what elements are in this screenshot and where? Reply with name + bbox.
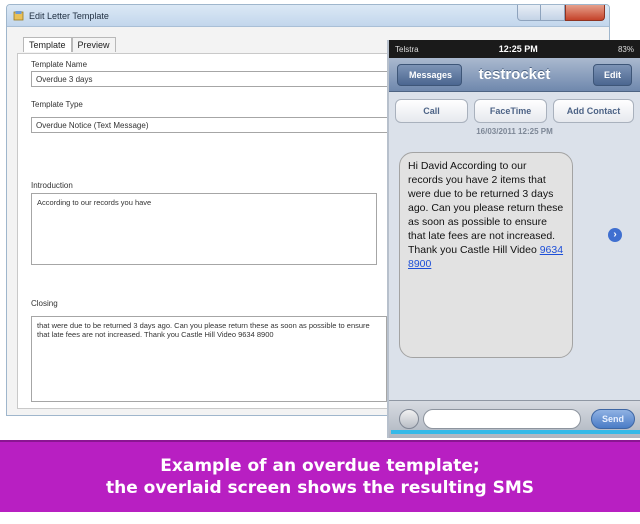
tab-preview[interactable]: Preview [71, 37, 116, 52]
introduction-label: Introduction [31, 181, 73, 190]
status-time: 12:25 PM [498, 44, 538, 54]
closing-label: Closing [31, 299, 58, 308]
message-timestamp: 16/03/2011 12:25 PM [476, 127, 553, 136]
accent-line [391, 430, 640, 434]
send-button[interactable]: Send [591, 409, 635, 429]
caption-banner: Example of an overdue template; the over… [0, 440, 640, 512]
introduction-textarea[interactable]: According to our records you have [31, 193, 377, 265]
tab-template[interactable]: Template [23, 37, 72, 52]
detail-disclosure-icon[interactable]: › [608, 228, 622, 242]
messages-back-button[interactable]: Messages [397, 63, 463, 86]
template-name-label: Template Name [31, 60, 88, 69]
message-compose-input[interactable] [423, 409, 581, 429]
edit-button[interactable]: Edit [593, 63, 632, 86]
camera-icon[interactable] [399, 409, 419, 429]
sms-message-text: Hi David According to our records you ha… [408, 160, 564, 256]
maximize-button[interactable] [541, 5, 565, 21]
navigation-bar: Messages testrocket Edit [389, 58, 640, 92]
window-title-bar: Edit Letter Template [7, 5, 609, 27]
caption-line-2: the overlaid screen shows the resulting … [105, 478, 535, 498]
template-type-label: Template Type [31, 100, 83, 109]
sms-message-bubble: Hi David According to our records you ha… [399, 152, 573, 358]
window-title: Edit Letter Template [29, 10, 109, 21]
close-button[interactable] [565, 5, 605, 21]
carrier-label: Telstra [395, 44, 419, 54]
battery-percent: 83% [617, 44, 634, 54]
facetime-button[interactable]: FaceTime [474, 99, 548, 123]
add-contact-button[interactable]: Add Contact [553, 99, 634, 123]
app-icon [13, 11, 24, 21]
tab-strip: Template Preview [23, 37, 116, 52]
closing-textarea[interactable]: that were due to be returned 3 days ago.… [31, 316, 387, 402]
status-bar: Telstra 12:25 PM 83% [389, 40, 640, 58]
iphone-sms-screen: Telstra 12:25 PM 83% Messages testrocket… [387, 40, 640, 438]
call-button[interactable]: Call [395, 99, 469, 123]
minimize-button[interactable] [517, 5, 541, 21]
contact-actions: Call FaceTime Add Contact [389, 92, 640, 123]
window-controls [517, 5, 605, 21]
caption-line-1: Example of an overdue template; [160, 456, 480, 476]
